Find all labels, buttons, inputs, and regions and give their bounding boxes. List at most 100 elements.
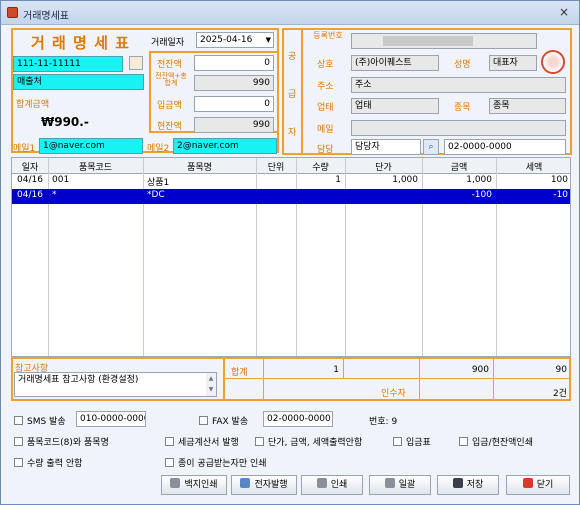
fax-checkbox[interactable]: FAX 발송: [199, 414, 248, 427]
checkbox-box[interactable]: [459, 437, 468, 446]
search-icon[interactable]: ⌕: [423, 139, 439, 155]
memo-textarea[interactable]: 거래명세표 참고사항 (환경설정) ▲ ▼: [14, 372, 217, 397]
cell-code: 001: [52, 175, 70, 185]
table-row[interactable]: 04/16 001 상품1 1 1,000 1,000 100: [12, 174, 570, 189]
col-header[interactable]: 품목명: [143, 160, 256, 173]
current-balance-field: 990: [194, 117, 274, 133]
contact-label: 담당: [317, 145, 334, 155]
qty-print-checkbox[interactable]: 수량 출력 안함: [14, 456, 82, 469]
paper-only-checkbox[interactable]: 종이 공급받는자만 인쇄: [165, 456, 267, 469]
blank-print-label: 백지인쇄: [184, 480, 218, 490]
qty-print-label: 수량 출력 안함: [27, 459, 83, 469]
scrollbar[interactable]: ▲ ▼: [206, 373, 216, 396]
email2-input[interactable]: 2@naver.com: [173, 138, 277, 154]
checkbox-box[interactable]: [165, 437, 174, 446]
checkbox-box[interactable]: [199, 416, 208, 425]
deposit-balance-checkbox[interactable]: 입금/현잔액인쇄: [459, 435, 533, 448]
deposit-balance-label: 입금/현잔액인쇄: [472, 438, 533, 448]
sms-checkbox[interactable]: SMS 발송: [14, 414, 66, 427]
payment-field[interactable]: 0: [194, 96, 274, 112]
company-field: (주)아이퀘스트: [351, 55, 439, 71]
e-issue-button[interactable]: 전자발행: [231, 475, 297, 495]
total-label: 합계금액: [16, 100, 50, 110]
receiver-label: 인수자: [381, 389, 406, 399]
table-row[interactable]: 04/16 * *DC -100 -10: [12, 189, 570, 204]
save-button[interactable]: 저장: [437, 475, 499, 495]
col-header[interactable]: 세액: [496, 160, 570, 173]
fax-number-input[interactable]: 02-0000-0000: [263, 411, 333, 427]
rep-field: 대표자: [489, 55, 537, 71]
code-name-label: 품목코드(8)와 품목명: [27, 438, 109, 448]
email1-input[interactable]: 1@naver.com: [39, 138, 143, 154]
checkbox-box[interactable]: [255, 437, 264, 446]
biz-type-field: 업태: [351, 98, 439, 114]
sum-tax: 90: [555, 365, 567, 375]
current-balance-label: 현잔액: [157, 122, 182, 132]
sms-label: SMS 발송: [27, 417, 66, 427]
reg-no-label: 등록번호: [313, 31, 343, 40]
close-icon[interactable]: ×: [559, 5, 569, 19]
window-title: 거래명세표: [23, 11, 69, 22]
col-header[interactable]: 품목코드: [48, 160, 143, 173]
checkbox-box[interactable]: [393, 437, 402, 446]
save-label: 저장: [466, 480, 484, 490]
cell-name: 상품1: [147, 178, 170, 188]
printer-icon: [384, 478, 395, 488]
total-value: ₩990.-: [41, 115, 89, 129]
deposit-checkbox[interactable]: 입금표: [393, 435, 431, 448]
sms-number-input[interactable]: 010-0000-0000: [76, 411, 146, 427]
prev-total-field: 990: [194, 75, 274, 91]
buyer-name-input[interactable]: 매출처: [13, 74, 144, 90]
tax-invoice-checkbox[interactable]: 세금계산서 발행: [165, 435, 239, 448]
price-print-checkbox[interactable]: 단가, 금액, 세액출력안함: [255, 435, 362, 448]
code-name-checkbox[interactable]: 품목코드(8)와 품목명: [14, 435, 109, 448]
prev-balance-label: 전잔액: [157, 60, 182, 70]
biz-no-input[interactable]: 111-11-11111: [13, 56, 123, 72]
supplier-label-3: 자: [288, 128, 297, 138]
cell-code: *: [52, 190, 57, 200]
item-field: 종목: [489, 98, 566, 114]
blank-print-button[interactable]: 백지인쇄: [161, 475, 227, 495]
doc-title: 거 래 명 세 표: [31, 34, 130, 52]
date-input[interactable]: 2025-04-16 ▼: [196, 32, 274, 48]
checkbox-box[interactable]: [14, 437, 23, 446]
rep-label: 성명: [454, 60, 471, 70]
col-header[interactable]: 일자: [12, 160, 48, 173]
paper-only-label: 종이 공급받는자만 인쇄: [178, 459, 267, 469]
items-table: 일자 품목코드 품목명 단위 수량 단가 금액 세액 04/16 001 상품1…: [11, 157, 571, 357]
prev-balance-field[interactable]: 0: [194, 55, 274, 71]
printer-icon: [170, 478, 181, 488]
biz-type-label: 업태: [317, 103, 334, 113]
col-header[interactable]: 금액: [422, 160, 496, 173]
memo-text: 거래명세표 참고사항 (환경설정): [18, 375, 139, 385]
cell-date: 04/16: [17, 175, 43, 185]
address-field: 주소: [351, 77, 566, 93]
checkbox-box[interactable]: [165, 458, 174, 467]
reg-no-mask: [383, 36, 473, 46]
footer-divider-v: [223, 357, 225, 401]
item-label: 종목: [454, 103, 471, 113]
contact-field[interactable]: 담당자: [351, 139, 421, 155]
bulk-button[interactable]: 일괄: [369, 475, 431, 495]
print-button[interactable]: 인쇄: [301, 475, 363, 495]
cell-qty: 1: [335, 175, 341, 185]
email2-label: 메일2: [147, 144, 170, 154]
col-header[interactable]: 단위: [256, 160, 296, 173]
checkbox-box[interactable]: [14, 458, 23, 467]
footer-divider-v: [263, 357, 264, 401]
col-header[interactable]: 단가: [345, 160, 422, 173]
bulk-label: 일괄: [398, 480, 416, 490]
col-header[interactable]: 수량: [296, 160, 345, 173]
close-button[interactable]: 닫기: [506, 475, 570, 495]
supplier-divider: [301, 28, 303, 155]
cell-price: 1,000: [392, 175, 418, 185]
cell-amount: 1,000: [466, 175, 492, 185]
deposit-label: 입금표: [406, 438, 431, 448]
checkbox-box[interactable]: [14, 416, 23, 425]
contact-phone-field[interactable]: 02-0000-0000: [444, 139, 566, 155]
lookup-icon[interactable]: [129, 56, 143, 70]
sum-label: 합계: [231, 368, 248, 378]
save-icon: [452, 478, 463, 488]
chevron-down-icon[interactable]: ▼: [266, 33, 271, 47]
invoice-window: 거래명세표 × 거 래 명 세 표 거래일자 2025-04-16 ▼ 111-…: [0, 0, 580, 505]
